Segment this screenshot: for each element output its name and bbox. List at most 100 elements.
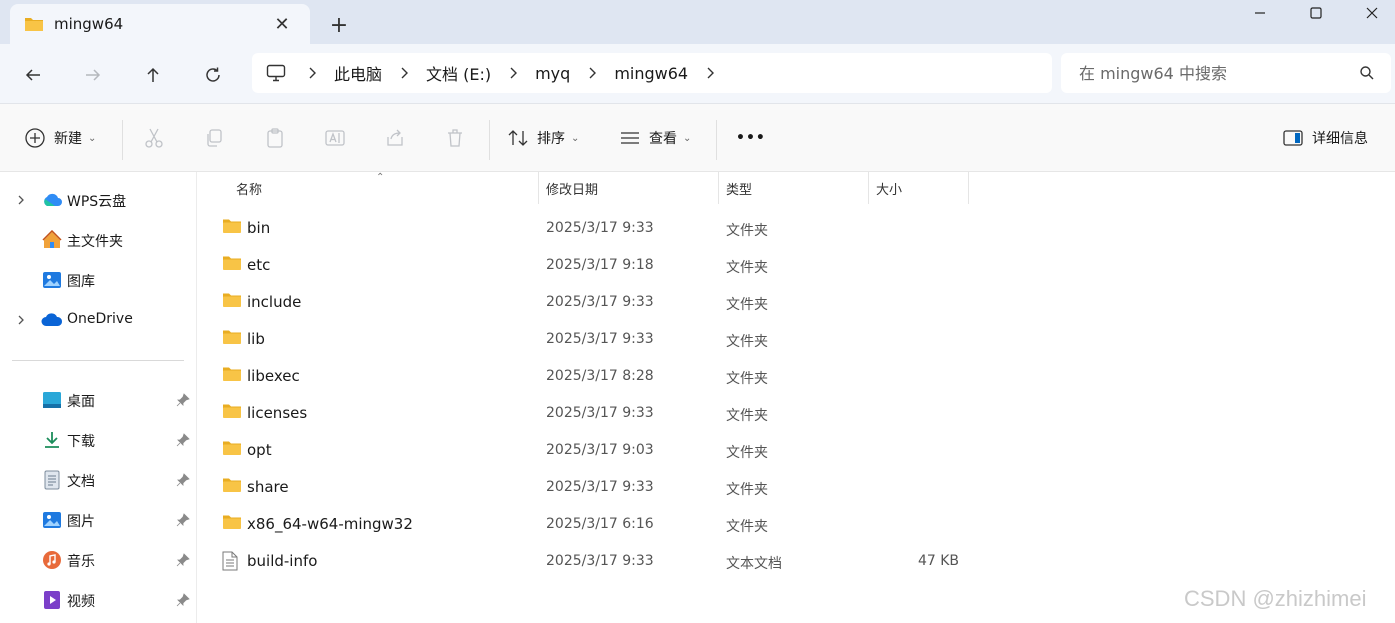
cut-button[interactable] <box>143 124 165 152</box>
navigation-bar: 此电脑 文档 (E:) myq mingw64 <box>0 44 1395 104</box>
folder-icon <box>222 514 242 532</box>
file-type: 文件夹 <box>726 223 768 239</box>
back-button[interactable] <box>18 60 48 90</box>
breadcrumb-drive-e[interactable]: 文档 (E:) <box>426 61 491 85</box>
pin-icon[interactable] <box>175 392 191 408</box>
file-row[interactable]: include 2025/3/17 9:33 文件夹 <box>198 283 1395 320</box>
minimize-icon <box>1255 12 1265 14</box>
column-header-size[interactable]: 大小 <box>876 172 902 204</box>
view-button[interactable]: 查看 ⌄ <box>619 124 691 152</box>
pin-icon[interactable] <box>175 432 191 448</box>
chevron-right-icon[interactable] <box>398 67 410 79</box>
folder-icon <box>222 477 242 495</box>
file-row[interactable]: licenses 2025/3/17 9:33 文件夹 <box>198 394 1395 431</box>
search-input[interactable] <box>1079 63 1349 83</box>
folder-icon <box>222 218 242 236</box>
file-modified-date: 2025/3/17 9:33 <box>546 479 654 495</box>
sort-label: 排序 <box>537 131 565 147</box>
breadcrumb-myq[interactable]: myq <box>535 64 570 83</box>
sidebar-item-downloads[interactable]: 下载 <box>0 422 197 458</box>
file-name: etc <box>247 256 271 274</box>
file-type: 文件夹 <box>726 260 768 276</box>
share-button[interactable] <box>384 124 406 152</box>
chevron-down-icon: ⌄ <box>571 132 580 144</box>
details-pane-button[interactable]: 详细信息 <box>1282 124 1368 152</box>
breadcrumb-mingw64[interactable]: mingw64 <box>614 64 688 83</box>
chevron-down-icon: ⌄ <box>88 132 97 144</box>
minimize-button[interactable] <box>1233 0 1287 26</box>
chevron-right-icon[interactable] <box>586 67 598 79</box>
column-header-type[interactable]: 类型 <box>726 172 752 204</box>
paste-button[interactable] <box>264 124 286 152</box>
forward-button[interactable] <box>78 60 108 90</box>
document-icon <box>41 470 63 490</box>
refresh-button[interactable] <box>198 60 228 90</box>
sidebar-item-pictures[interactable]: 图片 <box>0 502 197 538</box>
watermark: CSDN @zhizhimei <box>1184 586 1367 611</box>
folder-icon <box>222 440 242 458</box>
up-button[interactable] <box>138 60 168 90</box>
file-row[interactable]: lib 2025/3/17 9:33 文件夹 <box>198 320 1395 357</box>
pin-icon[interactable] <box>175 472 191 488</box>
sidebar-item-desktop[interactable]: 桌面 <box>0 382 197 418</box>
sidebar-item-music[interactable]: 音乐 <box>0 542 197 578</box>
chevron-right-icon[interactable] <box>14 313 28 327</box>
details-pane-icon <box>1283 130 1303 146</box>
download-icon <box>41 430 63 450</box>
column-divider[interactable] <box>538 172 539 204</box>
chevron-right-icon[interactable] <box>14 193 28 207</box>
column-divider[interactable] <box>968 172 969 204</box>
gallery-icon <box>41 270 63 290</box>
column-divider[interactable] <box>718 172 719 204</box>
file-row[interactable]: x86_64-w64-mingw32 2025/3/17 6:16 文件夹 <box>198 505 1395 542</box>
scissors-icon <box>145 128 163 148</box>
copy-button[interactable] <box>203 124 225 152</box>
file-row[interactable]: etc 2025/3/17 9:18 文件夹 <box>198 246 1395 283</box>
column-divider[interactable] <box>868 172 869 204</box>
close-window-button[interactable] <box>1345 0 1395 26</box>
file-row[interactable]: share 2025/3/17 9:33 文件夹 <box>198 468 1395 505</box>
pin-icon[interactable] <box>175 552 191 568</box>
sidebar-item-wps-cloud[interactable]: WPS云盘 <box>0 182 197 218</box>
column-header-name[interactable]: 名称 <box>236 172 262 204</box>
chevron-right-icon[interactable] <box>507 67 519 79</box>
address-bar[interactable]: 此电脑 文档 (E:) myq mingw64 <box>252 53 1052 93</box>
search-icon[interactable] <box>1359 65 1375 81</box>
tab-mingw64[interactable]: mingw64 ✕ <box>10 4 310 44</box>
file-row[interactable]: build-info 2025/3/17 9:33 文本文档 47 KB <box>198 542 1395 579</box>
new-button[interactable]: 新建 ⌄ <box>24 124 96 152</box>
file-modified-date: 2025/3/17 8:28 <box>546 368 654 384</box>
file-type: 文件夹 <box>726 445 768 461</box>
breadcrumb-this-pc[interactable]: 此电脑 <box>334 61 382 85</box>
cloud-icon <box>41 190 63 210</box>
delete-button[interactable] <box>444 124 466 152</box>
home-icon <box>41 230 63 250</box>
folder-icon <box>222 255 242 273</box>
maximize-button[interactable] <box>1289 0 1343 26</box>
sidebar-item-home[interactable]: 主文件夹 <box>0 222 197 258</box>
column-header-date[interactable]: 修改日期 <box>546 172 598 204</box>
sidebar-item-gallery[interactable]: 图库 <box>0 262 197 298</box>
new-tab-button[interactable]: + <box>326 12 352 38</box>
more-options-button[interactable]: ••• <box>736 124 766 152</box>
sort-button[interactable]: 排序 ⌄ <box>507 124 579 152</box>
file-name: opt <box>247 441 272 459</box>
pin-icon[interactable] <box>175 592 191 608</box>
pin-icon[interactable] <box>175 512 191 528</box>
folder-icon <box>222 292 242 310</box>
rename-button[interactable] <box>324 124 346 152</box>
chevron-right-icon[interactable] <box>306 67 318 79</box>
tab-close-button[interactable]: ✕ <box>272 14 292 35</box>
file-row[interactable]: bin 2025/3/17 9:33 文件夹 <box>198 209 1395 246</box>
sidebar-item-label: 下载 <box>67 434 95 450</box>
sidebar-item-videos[interactable]: 视频 <box>0 582 197 618</box>
sort-ascending-icon: ⌃ <box>376 172 385 183</box>
maximize-icon <box>1310 7 1322 19</box>
sidebar-item-documents[interactable]: 文档 <box>0 462 197 498</box>
sidebar-item-onedrive[interactable]: OneDrive <box>0 302 197 338</box>
file-row[interactable]: opt 2025/3/17 9:03 文件夹 <box>198 431 1395 468</box>
file-row[interactable]: libexec 2025/3/17 8:28 文件夹 <box>198 357 1395 394</box>
chevron-right-icon[interactable] <box>704 67 716 79</box>
view-list-icon <box>621 132 639 144</box>
file-name: licenses <box>247 404 308 422</box>
